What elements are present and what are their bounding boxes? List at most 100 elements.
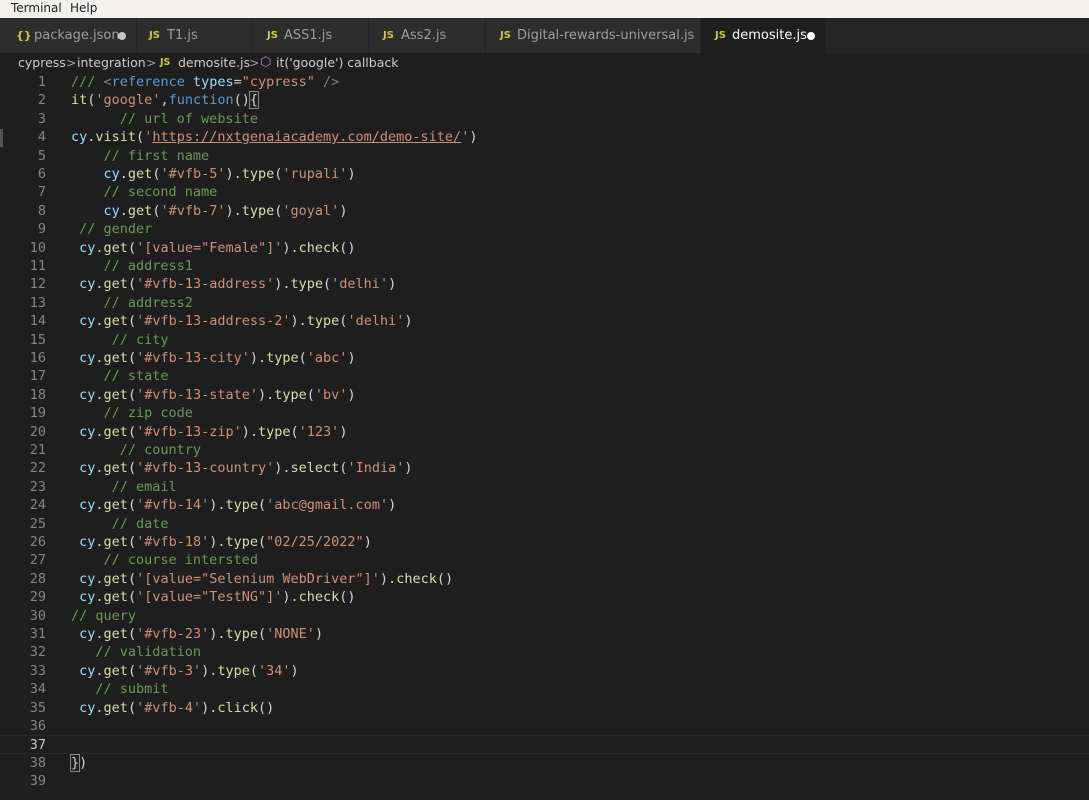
- code-text[interactable]: // submit: [71, 680, 169, 698]
- code-line[interactable]: 5 // first name: [0, 147, 1089, 165]
- code-line[interactable]: 27 // course intersted: [0, 551, 1089, 569]
- code-text[interactable]: // date: [71, 515, 169, 533]
- code-line[interactable]: 6 cy.get('#vfb-5').type('rupali'): [0, 165, 1089, 183]
- code-text[interactable]: // state: [71, 367, 169, 385]
- code-text[interactable]: cy.get('[value="Female"]').check(): [71, 239, 355, 257]
- code-line[interactable]: 18 cy.get('#vfb-13-state').type('bv'): [0, 386, 1089, 404]
- code-token: // gender: [79, 221, 153, 238]
- code-line[interactable]: 39: [0, 772, 1089, 790]
- code-line[interactable]: 3 // url of website: [0, 110, 1089, 128]
- code-line[interactable]: 1 /// <reference types="cypress" />: [0, 73, 1089, 91]
- code-text[interactable]: // course intersted: [71, 551, 258, 569]
- menu-help[interactable]: Help: [70, 1, 97, 15]
- code-token: type: [290, 276, 324, 293]
- code-line[interactable]: 36: [0, 717, 1089, 735]
- code-text[interactable]: cy.get('[value="Selenium WebDriver"]').c…: [71, 570, 453, 588]
- code-text[interactable]: cy.get('#vfb-13-address-2').type('delhi'…: [71, 312, 412, 330]
- code-line[interactable]: 24 cy.get('#vfb-14').type('abc@gmail.com…: [0, 496, 1089, 514]
- code-text[interactable]: cy.get('#vfb-5').type('rupali'): [71, 165, 356, 183]
- code-text[interactable]: // city: [71, 331, 169, 349]
- tab-demosite-js[interactable]: JS demosite.js: [701, 18, 826, 53]
- code-line[interactable]: 19 // zip code: [0, 404, 1089, 422]
- tab-t1-js[interactable]: JS T1.js: [137, 18, 253, 53]
- code-line[interactable]: 26 cy.get('#vfb-18').type("02/25/2022"): [0, 533, 1089, 551]
- code-line[interactable]: 8 cy.get('#vfb-7').type('goyal'): [0, 202, 1089, 220]
- code-text[interactable]: cy.get('[value="TestNG"]').check(): [71, 588, 355, 606]
- code-line[interactable]: 21 // country: [0, 441, 1089, 459]
- code-token: .: [119, 166, 128, 182]
- tab-package-json[interactable]: {} package.json: [0, 18, 137, 53]
- code-text[interactable]: cy.get('#vfb-7').type('goyal'): [71, 202, 348, 220]
- code-text[interactable]: }): [69, 753, 87, 772]
- code-line[interactable]: 20 cy.get('#vfb-13-zip').type('123'): [0, 423, 1089, 441]
- breadcrumb-file[interactable]: demosite.js: [178, 53, 250, 73]
- code-line[interactable]: 37: [0, 735, 1089, 754]
- code-line[interactable]: 23 // email: [0, 478, 1089, 496]
- code-line[interactable]: 13 // address2: [0, 294, 1089, 312]
- code-line[interactable]: 16 cy.get('#vfb-13-city').type('abc'): [0, 349, 1089, 367]
- code-text[interactable]: cy.get('#vfb-13-state').type('bv'): [71, 386, 355, 404]
- code-token: cy: [79, 662, 96, 679]
- code-line[interactable]: 38}): [0, 753, 1089, 772]
- code-token: // submit: [95, 681, 169, 698]
- code-text[interactable]: cy.get('#vfb-4').click(): [71, 699, 274, 717]
- line-number: 14: [29, 313, 46, 330]
- breadcrumb-integration[interactable]: integration: [77, 53, 146, 73]
- code-line[interactable]: 32 // validation: [0, 643, 1089, 661]
- code-text[interactable]: // query: [71, 607, 136, 625]
- code-text[interactable]: cy.visit('https://nxtgenaiacademy.com/de…: [71, 128, 477, 146]
- code-line[interactable]: 2 it('google',function(){: [0, 91, 1089, 110]
- code-text[interactable]: // address1: [71, 257, 193, 275]
- code-text[interactable]: cy.get('#vfb-13-city').type('abc'): [71, 349, 355, 367]
- code-line[interactable]: 14 cy.get('#vfb-13-address-2').type('del…: [0, 312, 1089, 330]
- code-line[interactable]: 15 // city: [0, 331, 1089, 349]
- code-token: (: [298, 350, 307, 366]
- code-text[interactable]: // country: [71, 441, 201, 459]
- code-line[interactable]: 10 cy.get('[value="Female"]').check(): [0, 239, 1089, 257]
- code-line[interactable]: 31 cy.get('#vfb-23').type('NONE'): [0, 625, 1089, 643]
- code-text[interactable]: // url of website: [71, 110, 258, 128]
- code-text[interactable]: it('google',function(){: [71, 91, 260, 110]
- tab-ass2-js[interactable]: JS Ass2.js: [369, 18, 486, 53]
- code-text[interactable]: cy.get('#vfb-3').type('34'): [71, 662, 299, 680]
- code-line[interactable]: 9 // gender: [0, 220, 1089, 238]
- code-text[interactable]: cy.get('#vfb-13-zip').type('123'): [71, 423, 347, 441]
- unsaved-dot-icon[interactable]: [807, 32, 815, 40]
- unsaved-dot-icon[interactable]: [118, 32, 126, 40]
- code-text[interactable]: // second name: [71, 183, 218, 201]
- code-line[interactable]: 7 // second name: [0, 183, 1089, 201]
- code-line[interactable]: 22 cy.get('#vfb-13-country').select('Ind…: [0, 459, 1089, 477]
- tab-digital-rewards-universal-js[interactable]: JS Digital-rewards-universal.js: [486, 18, 701, 53]
- code-line[interactable]: 34 // submit: [0, 680, 1089, 698]
- breadcrumb-symbol[interactable]: it('google') callback: [276, 53, 399, 73]
- code-text[interactable]: cy.get('#vfb-14').type('abc@gmail.com'): [71, 496, 396, 514]
- code-text[interactable]: cy.get('#vfb-13-address').type('delhi'): [71, 275, 396, 293]
- code-line[interactable]: 28 cy.get('[value="Selenium WebDriver"]'…: [0, 570, 1089, 588]
- code-text[interactable]: // address2: [71, 294, 193, 312]
- code-line[interactable]: 12 cy.get('#vfb-13-address').type('delhi…: [0, 275, 1089, 293]
- breadcrumb-cypress[interactable]: cypress: [18, 53, 66, 73]
- code-line[interactable]: 25 // date: [0, 515, 1089, 533]
- line-number: 17: [29, 368, 46, 385]
- code-text[interactable]: // email: [71, 478, 177, 496]
- code-line[interactable]: 33 cy.get('#vfb-3').type('34'): [0, 662, 1089, 680]
- code-text[interactable]: // validation: [71, 643, 201, 661]
- menu-terminal[interactable]: Terminal: [11, 1, 62, 15]
- code-text[interactable]: cy.get('#vfb-13-country').select('India'…: [71, 459, 412, 477]
- code-line[interactable]: 29 cy.get('[value="TestNG"]').check(): [0, 588, 1089, 606]
- code-line[interactable]: 11 // address1: [0, 257, 1089, 275]
- code-text[interactable]: /// <reference types="cypress" />: [71, 73, 339, 91]
- code-text[interactable]: cy.get('#vfb-18').type("02/25/2022"): [71, 533, 372, 551]
- code-text[interactable]: // gender: [71, 220, 152, 238]
- code-line[interactable]: 4 cy.visit('https://nxtgenaiacademy.com/d…: [0, 128, 1089, 146]
- code-text[interactable]: cy.get('#vfb-23').type('NONE'): [71, 625, 323, 643]
- code-line[interactable]: 30 // query: [0, 607, 1089, 625]
- code-line[interactable]: 17 // state: [0, 367, 1089, 385]
- code-editor[interactable]: 1/// <reference types="cypress" /> 2 it('g…: [0, 73, 1089, 800]
- code-line[interactable]: 35 cy.get('#vfb-4').click(): [0, 699, 1089, 717]
- code-text[interactable]: // first name: [71, 147, 210, 165]
- tab-ass1-js[interactable]: JS ASS1.js: [253, 18, 369, 53]
- code-text[interactable]: // zip code: [71, 404, 193, 422]
